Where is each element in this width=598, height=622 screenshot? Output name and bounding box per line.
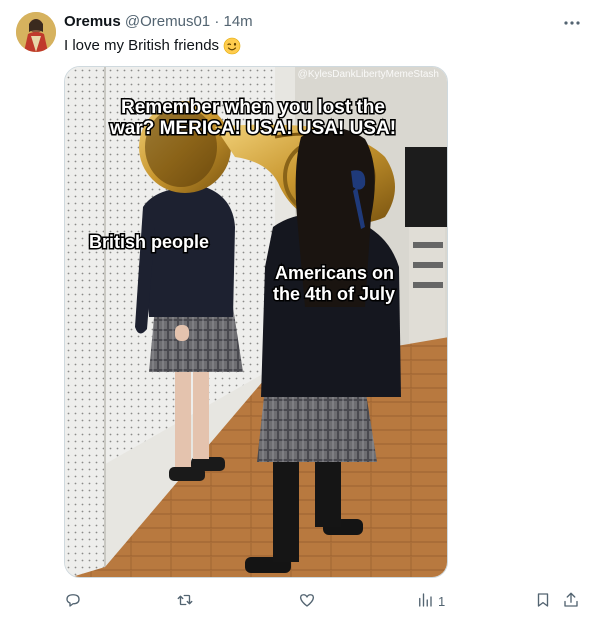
avatar[interactable] [16,12,56,52]
tweet-text-content: I love my British friends [64,37,220,54]
bookmark-icon [534,591,552,612]
heart-icon [298,591,316,612]
meme-caption-line1: Remember when you lost the [121,97,385,118]
more-icon [563,13,581,31]
like-button[interactable] [298,588,316,614]
share-button[interactable] [562,588,580,614]
more-options-button[interactable] [560,12,584,32]
tweet-media-image[interactable]: @KylesDankLibertyMemeStash Remember when… [64,66,448,578]
tweet-timestamp[interactable]: 14m [223,13,252,30]
tweet-header: Oremus @Oremus01 · 14m [64,13,253,31]
views-count: 1 [438,593,446,609]
meme-watermark: @KylesDankLibertyMemeStash [298,69,439,80]
views-icon [416,591,434,612]
tweet-actions-bar: 1 [64,588,584,614]
meme-caption-line2: war? MERICA! USA! USA! USA! [109,118,396,139]
retweet-icon [176,591,194,612]
retweet-button[interactable] [176,588,194,614]
tweet: Oremus @Oremus01 · 14m I love my British… [0,0,598,622]
winking-face-emoji-icon [223,37,241,55]
meme-label-british: British people [89,232,209,252]
author-handle[interactable]: @Oremus01 [125,13,210,30]
share-icon [562,591,580,612]
views-button[interactable]: 1 [416,588,445,614]
reply-button[interactable] [64,588,82,614]
meme-label-americans-line2: the 4th of July [273,284,395,304]
tweet-text: I love my British friends [64,36,241,56]
bookmark-button[interactable] [534,588,552,614]
author-name[interactable]: Oremus [64,13,121,30]
separator-dot: · [214,13,220,30]
meme-label-americans-line1: Americans on [275,263,394,283]
reply-icon [64,591,82,612]
